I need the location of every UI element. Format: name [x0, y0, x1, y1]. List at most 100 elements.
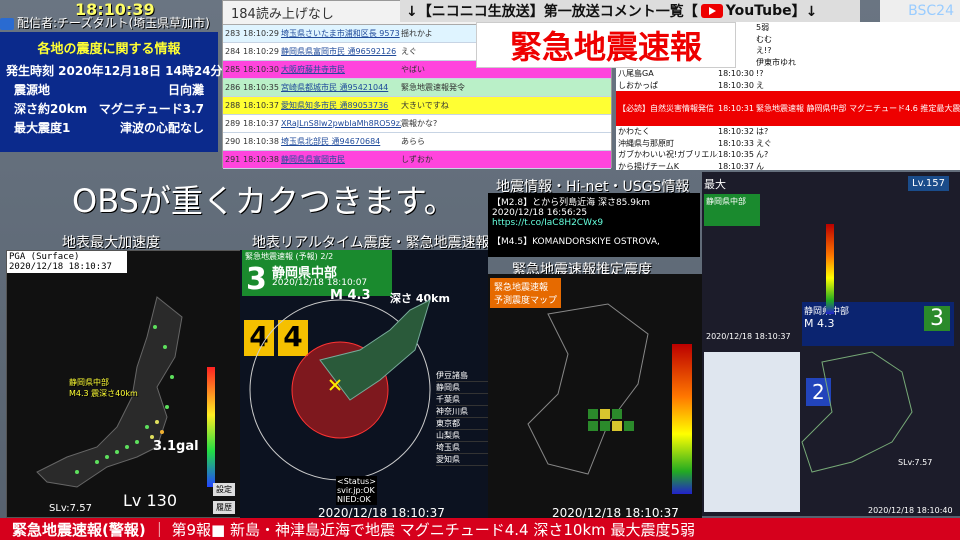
pga-timestamp: 2020/12/18 18:10:37 [9, 262, 112, 272]
kmoni-map [704, 224, 913, 512]
nico-row-number: 288 [225, 101, 241, 110]
nico-row-number: 290 [225, 137, 241, 146]
nico-row-user[interactable]: XRaJLnS8lw2pwbIaMh8RO59zXy8 [281, 119, 401, 128]
pga-slv: SLv:7.57 [49, 503, 92, 514]
kmoni-landmass [801, 351, 913, 473]
nico-row-user[interactable]: 静岡県県富岡市民 通96592126 [281, 46, 401, 57]
nico-row-number: 283 [225, 29, 241, 38]
youtube-comment-text: 5弱 [756, 23, 770, 33]
rt-area-item: 千葉県 [436, 394, 488, 406]
banner-tail: 】↓ [791, 4, 818, 20]
realtime-panel: 緊急地震速報 (予報) 2/2 3 静岡県中部 2020/12/18 18:10… [240, 250, 488, 520]
comment-list-banner: ↓【ニコニコ生放送】第一放送コメント一覧【 YouTube 】↓ [400, 0, 860, 22]
rt-area-list: 伊豆諸島 静岡県 千葉県 神奈川県 東京都 山梨県 埼玉県 愛知県 [436, 370, 488, 466]
youtube-comment: 沖縄県与那原町 18:10:33 えぐ [616, 138, 960, 150]
youtube-comment-name: ガブかわいい祝!ガブリエル道 [618, 150, 718, 160]
pga-map-panel: PGA (Surface) 2020/12/18 18:10:37 静岡県中部 M… [6, 250, 242, 518]
bsc-logo: BSC24 [880, 0, 960, 22]
kmoni-panel: 最大 Lv.157 静岡県中部 静岡県中部 M 4.3 3 2 2020/12/… [702, 172, 960, 516]
youtube-comment-time: 18:10:30 [718, 80, 754, 90]
hinet-line-2: 2020/12/18 16:56:25 [492, 208, 588, 218]
nico-row-comment: 大きいですね [401, 101, 449, 110]
nico-row-time: 18:10:29 [243, 47, 279, 56]
youtube-comment-text: え [756, 80, 764, 90]
youtube-comment: 八尾島GA 18:10:30!? [616, 68, 960, 80]
hinet-panel: 【M2.8】とから列島近海 深さ85.9km 2020/12/18 16:56:… [488, 193, 700, 257]
pga-lv: Lv 130 [123, 491, 178, 510]
nico-row: 286 18:10:35 宮崎県都城市民 通95421044 緊急地震速報発令 [223, 79, 611, 97]
youtube-comment-text: え!? [756, 46, 772, 56]
rt-area-item: 愛知県 [436, 454, 488, 466]
est-landmass [527, 303, 649, 475]
pga-gal: 3.1gal [153, 439, 199, 454]
hinet-line-1: 【M2.8】とから列島近海 深さ85.9km [492, 198, 650, 208]
youtube-comment-name: しおかっぱ [618, 80, 658, 90]
youtube-comment-time: 18:10:31 [718, 104, 754, 113]
nico-row-user[interactable]: 埼玉県北部民 通94670684 [281, 136, 401, 147]
nico-row-number: 284 [225, 47, 241, 56]
eew-title: 緊急地震速報 [476, 22, 736, 68]
youtube-comment-text: 伊東市ゆれ [756, 57, 796, 67]
youtube-comment-name: かわたく [618, 127, 650, 137]
youtube-comment-text: えぐ [756, 138, 772, 148]
nico-row: 291 18:10:38 静岡県県富岡市民 しずおか [223, 151, 611, 169]
youtube-comment-text: むむ [756, 34, 772, 44]
pga-annotation: 静岡県中部 M4.3 震深さ40km [69, 378, 138, 398]
nico-row-time: 18:10:38 [243, 137, 279, 146]
youtube-comment: 【必読】自然災害情報発信 18:10:31 緊急地震速報 静岡県中部 マグニチュード… [616, 91, 960, 126]
broadcast-icon [0, 17, 14, 30]
nico-row-time: 18:10:30 [243, 65, 279, 74]
ticker-text: ｜ 第9報■ 新島・神津島近海で地震 マグニチュード4.4 深さ10km 最大震… [151, 520, 696, 539]
rt-area-item: 静岡県 [436, 382, 488, 394]
kmoni-scale [826, 224, 834, 314]
banner-youtube: YouTube [725, 3, 792, 19]
nico-row-time: 18:10:37 [243, 119, 279, 128]
pga-header-title: PGA (Surface) [9, 252, 80, 262]
history-button[interactable]: 履歴 [213, 501, 235, 514]
nico-row-user[interactable]: 愛知県知多市民 通89053736 [281, 100, 401, 111]
epicenter-label: 震源地 [14, 83, 51, 97]
youtube-comment-time: 18:10:30 [718, 69, 754, 79]
youtube-comment: ガブかわいい祝!ガブリエル道 18:10:35 ん? [616, 149, 960, 161]
nico-row-user[interactable]: 宮崎県都城市民 通95421044 [281, 82, 401, 93]
hinet-line-4: 【M4.5】KOMANDORSKIYE OSTROVA, [492, 237, 660, 247]
nico-row-time: 18:10:38 [243, 155, 279, 164]
youtube-comment-name: 【必読】自然災害情報発信 [618, 104, 714, 113]
youtube-icon [700, 4, 723, 18]
pga-label: 地表最大加速度 [62, 235, 160, 251]
nico-row-comment: 緊急地震速報発令 [401, 83, 465, 92]
nico-row-time: 18:10:37 [243, 101, 279, 110]
youtube-comment-name: から揚げチームK [618, 161, 680, 171]
youtube-comment-text: 緊急地震速報 静岡県中部 マグニチュード4.6 推定最大震度:4 [756, 104, 960, 113]
hinet-link[interactable]: https://t.co/IaC8H2CWx9 [492, 218, 696, 228]
rt-area-item: 東京都 [436, 418, 488, 430]
youtube-comment-name: 八尾島GA [618, 69, 654, 79]
rt-status: <Status> svir.jp:OK NIED:OK [336, 476, 377, 505]
nico-row-user[interactable]: 埼玉県さいたま市浦和区長 9573 [281, 28, 401, 39]
epicenter: 日向灘 [167, 83, 204, 97]
rt-area-item: 神奈川県 [436, 406, 488, 418]
eew-ticker: 緊急地震速報(警報) ｜ 第9報■ 新島・神津島近海で地震 マグニチュード4.4… [0, 518, 960, 540]
pga-color-scale [207, 367, 215, 487]
nico-row: 288 18:10:37 愛知県知多市民 通89053736 大きいですね [223, 97, 611, 115]
est-map [527, 303, 692, 494]
quake-info-panel: 各地の震度に関する情報 発生時刻 2020年12月18日 14時24分 震源地 日… [0, 32, 223, 152]
youtube-comment-text: ん? [756, 150, 769, 160]
nico-row-time: 18:10:35 [243, 83, 279, 92]
youtube-comment-time: 18:10:35 [718, 150, 754, 160]
nico-row-user[interactable]: 大阪府藤井寺市民 [281, 64, 401, 75]
est-color-scale [672, 344, 692, 494]
rt-area-item: 山梨県 [436, 430, 488, 442]
nico-row-user[interactable]: 静岡県県富岡市民 [281, 154, 401, 165]
quake-info-title: 各地の震度に関する情報 [37, 42, 181, 57]
youtube-comment-time: 18:10:37 [718, 161, 754, 171]
realtime-label: 地表リアルタイム震度・緊急地震速報 [252, 235, 490, 251]
nico-row: 290 18:10:38 埼玉県北部民 通94670684 あらら [223, 133, 611, 151]
rt-area-item: 埼玉県 [436, 442, 488, 454]
nico-row-number: 286 [225, 83, 241, 92]
settings-button[interactable]: 設定 [213, 483, 235, 496]
banner-text: ↓【ニコニコ生放送】第一放送コメント一覧【 [406, 4, 698, 20]
youtube-comment: しおかっぱ 18:10:30 え [616, 80, 960, 92]
screen: 18:10:39 配信者:チーズタルト(埼玉県草加市) 各地の震度に関する情報 … [0, 0, 960, 540]
nico-row-number: 289 [225, 119, 241, 128]
